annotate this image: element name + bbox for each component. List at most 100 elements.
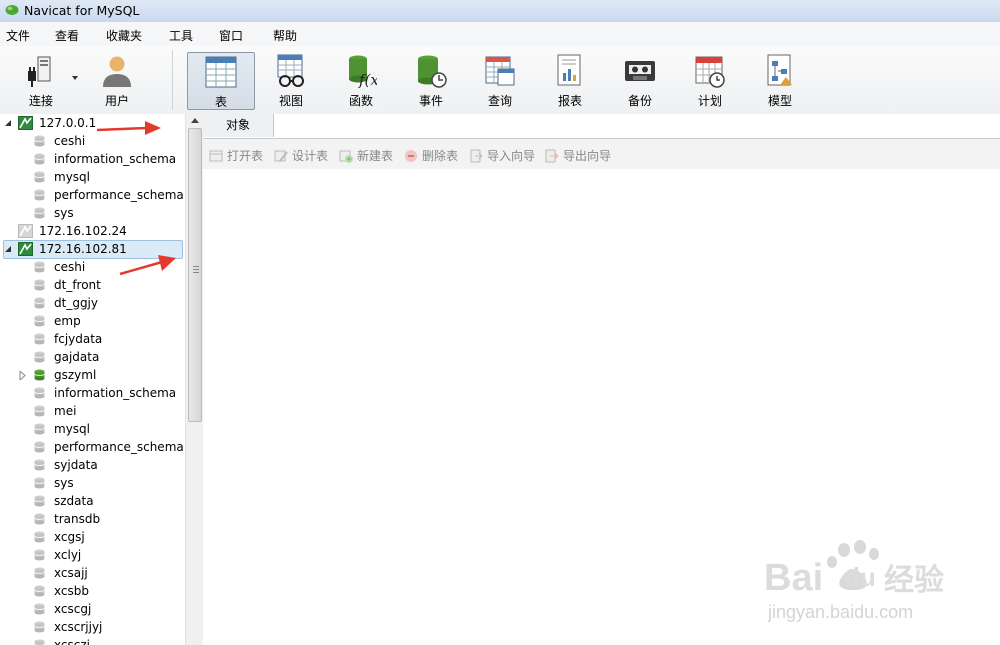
menu-favorites[interactable]: 收藏夹 bbox=[106, 27, 142, 44]
annotation-arrow bbox=[119, 255, 176, 276]
database-row[interactable]: mei bbox=[0, 402, 185, 420]
database-name: performance_schema bbox=[54, 188, 184, 202]
table-button[interactable]: 表 bbox=[187, 52, 255, 110]
database-row[interactable]: mysql bbox=[0, 168, 185, 186]
mysql-connection-icon bbox=[18, 224, 33, 238]
function-button[interactable]: f(x) 函数 bbox=[330, 52, 392, 108]
scroll-thumb[interactable] bbox=[188, 128, 202, 422]
database-icon bbox=[34, 261, 45, 273]
database-row[interactable]: information_schema bbox=[0, 384, 185, 402]
main-toolbar: 连接 用户 表 视图 f(x) 函数 bbox=[0, 46, 1000, 115]
query-button[interactable]: 查询 bbox=[469, 52, 531, 108]
new-table-label: 新建表 bbox=[357, 149, 394, 163]
database-icon bbox=[34, 603, 45, 615]
connect-dropdown-icon[interactable] bbox=[72, 76, 78, 80]
connection-row[interactable]: 172.16.102.24 bbox=[0, 222, 185, 240]
database-row[interactable]: xcsajj bbox=[0, 564, 185, 582]
database-icon bbox=[34, 135, 45, 147]
database-row[interactable]: syjdata bbox=[0, 456, 185, 474]
annotation-arrow bbox=[96, 121, 161, 135]
database-name: performance_schema bbox=[54, 440, 184, 454]
database-icon bbox=[34, 531, 45, 543]
database-row[interactable]: performance_schema bbox=[0, 438, 185, 456]
database-row[interactable]: dt_ggjy bbox=[0, 294, 185, 312]
report-label: 报表 bbox=[557, 94, 582, 108]
export-wizard-button[interactable]: 导出向导 bbox=[545, 147, 611, 164]
event-button[interactable]: 事件 bbox=[400, 52, 462, 108]
connection-name: 127.0.0.1 bbox=[39, 116, 97, 130]
database-row[interactable]: emp bbox=[0, 312, 185, 330]
new-table-button[interactable]: 新建表 bbox=[339, 147, 393, 164]
database-row[interactable]: szdata bbox=[0, 492, 185, 510]
database-name: mysql bbox=[54, 422, 90, 436]
database-row[interactable]: xcsbb bbox=[0, 582, 185, 600]
database-row[interactable]: sys bbox=[0, 474, 185, 492]
menu-tools[interactable]: 工具 bbox=[169, 27, 193, 44]
database-row[interactable]: xcsczj bbox=[0, 636, 185, 645]
connect-button[interactable]: 连接 bbox=[10, 52, 72, 108]
object-toolbar: 打开表 设计表 新建表 删除表 导入向导 导出向导 bbox=[203, 139, 1000, 169]
view-icon bbox=[277, 54, 304, 87]
connection-tree: 127.0.0.1 ceshi information_schema mysql per… bbox=[0, 114, 185, 645]
expanded-triangle-icon[interactable] bbox=[5, 120, 12, 127]
connect-label: 连接 bbox=[28, 94, 53, 108]
menu-help[interactable]: 帮助 bbox=[273, 27, 297, 44]
scroll-up-icon[interactable] bbox=[191, 118, 199, 123]
database-name: xcscrjjyj bbox=[54, 620, 103, 634]
window-title: Navicat for MySQL bbox=[24, 3, 140, 18]
backup-button[interactable]: 备份 bbox=[609, 52, 671, 108]
model-button[interactable]: 模型 bbox=[749, 52, 811, 108]
baidu-paw-logo: Bai 经验 jingyan.baidu.com bbox=[764, 540, 944, 622]
import-wizard-button[interactable]: 导入向导 bbox=[469, 147, 535, 164]
watermark-cn: 经验 bbox=[884, 563, 944, 597]
watermark-url: jingyan.baidu.com bbox=[767, 602, 913, 622]
user-button[interactable]: 用户 bbox=[86, 52, 148, 108]
view-label: 视图 bbox=[278, 94, 303, 108]
schedule-button[interactable]: 计划 bbox=[679, 52, 741, 108]
database-row[interactable]: gszyml bbox=[0, 366, 185, 384]
backup-icon bbox=[625, 61, 655, 81]
database-row[interactable]: xcscrjjyj bbox=[0, 618, 185, 636]
watermark-brand: Bai bbox=[764, 557, 823, 599]
database-name: xcsajj bbox=[54, 566, 88, 580]
tree-scrollbar[interactable] bbox=[185, 114, 203, 645]
delete-table-button[interactable]: 删除表 bbox=[404, 147, 458, 164]
database-icon bbox=[34, 621, 45, 633]
database-icon bbox=[34, 459, 45, 471]
expanded-triangle-icon[interactable] bbox=[5, 246, 12, 253]
database-name: ceshi bbox=[54, 260, 86, 274]
database-row[interactable]: information_schema bbox=[0, 150, 185, 168]
open-table-button[interactable]: 打开表 bbox=[209, 147, 263, 164]
query-icon bbox=[485, 56, 515, 86]
database-icon bbox=[34, 189, 45, 201]
database-row[interactable]: xclyj bbox=[0, 546, 185, 564]
database-name: xcscgj bbox=[54, 602, 92, 616]
schedule-label: 计划 bbox=[697, 94, 722, 108]
database-row[interactable]: xcgsj bbox=[0, 528, 185, 546]
database-icon bbox=[34, 279, 45, 291]
menu-bar: 文件 查看 收藏夹 工具 窗口 帮助 bbox=[0, 22, 1000, 46]
view-button[interactable]: 视图 bbox=[260, 52, 322, 108]
new-table-icon bbox=[339, 150, 353, 163]
database-row[interactable]: performance_schema bbox=[0, 186, 185, 204]
design-table-button[interactable]: 设计表 bbox=[274, 147, 328, 164]
menu-file[interactable]: 文件 bbox=[6, 27, 30, 44]
menu-view[interactable]: 查看 bbox=[55, 27, 79, 44]
database-row[interactable]: transdb bbox=[0, 510, 185, 528]
watermark-brand2: du bbox=[844, 562, 876, 592]
database-icon bbox=[34, 297, 45, 309]
collapsed-triangle-icon[interactable] bbox=[19, 371, 26, 380]
database-row[interactable]: sys bbox=[0, 204, 185, 222]
tab-objects[interactable]: 对象 bbox=[203, 114, 274, 137]
open-table-label: 打开表 bbox=[227, 149, 264, 163]
database-name: dt_ggjy bbox=[54, 296, 98, 310]
menu-window[interactable]: 窗口 bbox=[219, 27, 243, 44]
database-icon bbox=[34, 315, 45, 327]
report-button[interactable]: 报表 bbox=[539, 52, 601, 108]
database-row[interactable]: gajdata bbox=[0, 348, 185, 366]
design-table-icon bbox=[274, 150, 288, 162]
database-row[interactable]: mysql bbox=[0, 420, 185, 438]
database-row[interactable]: fcjydata bbox=[0, 330, 185, 348]
database-icon bbox=[34, 549, 45, 561]
database-row[interactable]: xcscgj bbox=[0, 600, 185, 618]
